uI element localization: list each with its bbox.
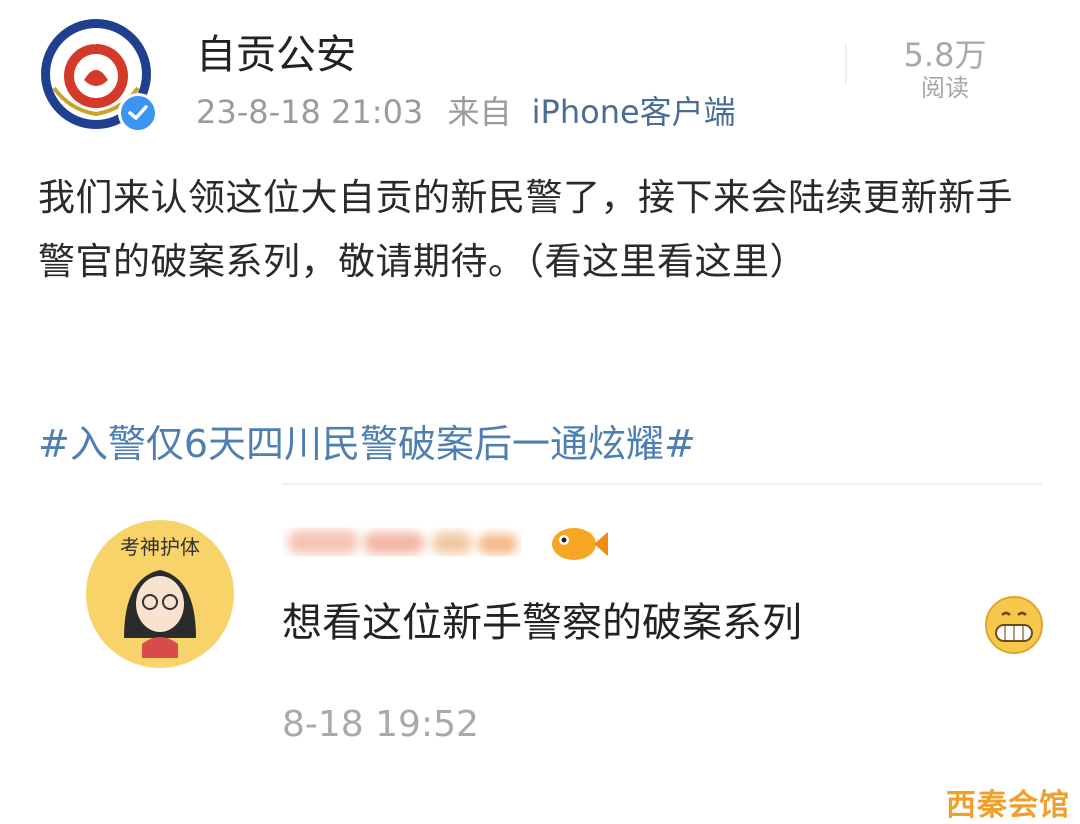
post-meta: 23-8-18 21:03 来自 iPhone客户端 — [196, 87, 736, 133]
svg-text:考神护体: 考神护体 — [120, 535, 200, 559]
reads-label: 阅读 — [921, 74, 969, 102]
source-link[interactable]: iPhone客户端 — [532, 93, 736, 131]
comment-time: 8-18 19:52 — [282, 704, 479, 745]
source-prefix: 来自 — [447, 93, 512, 131]
fish-emoji-icon — [546, 518, 608, 566]
commenter-name-blurred[interactable] — [282, 520, 522, 564]
post-text: 我们来认领这位大自贡的新民警了，接下来会陆续更新新手警官的破案系列，敬请期待。（… — [38, 176, 1013, 283]
header-divider — [845, 44, 847, 84]
account-name[interactable]: 自贡公安 — [196, 22, 356, 80]
svg-text:自贡公安: 自贡公安 — [76, 34, 116, 47]
grin-emoji-icon — [984, 595, 1044, 655]
comment-text: 想看这位新手警察的破案系列 — [282, 600, 802, 646]
post-time: 23-8-18 21:03 — [196, 93, 424, 131]
commenter-avatar[interactable]: 考神护体 — [84, 518, 236, 670]
comment-divider — [282, 483, 1042, 485]
topic-link[interactable]: #入警仅6天四川民警破案后一通炫耀# — [38, 413, 696, 468]
verified-icon — [118, 93, 158, 133]
watermark: 西秦会馆 — [946, 788, 1070, 823]
